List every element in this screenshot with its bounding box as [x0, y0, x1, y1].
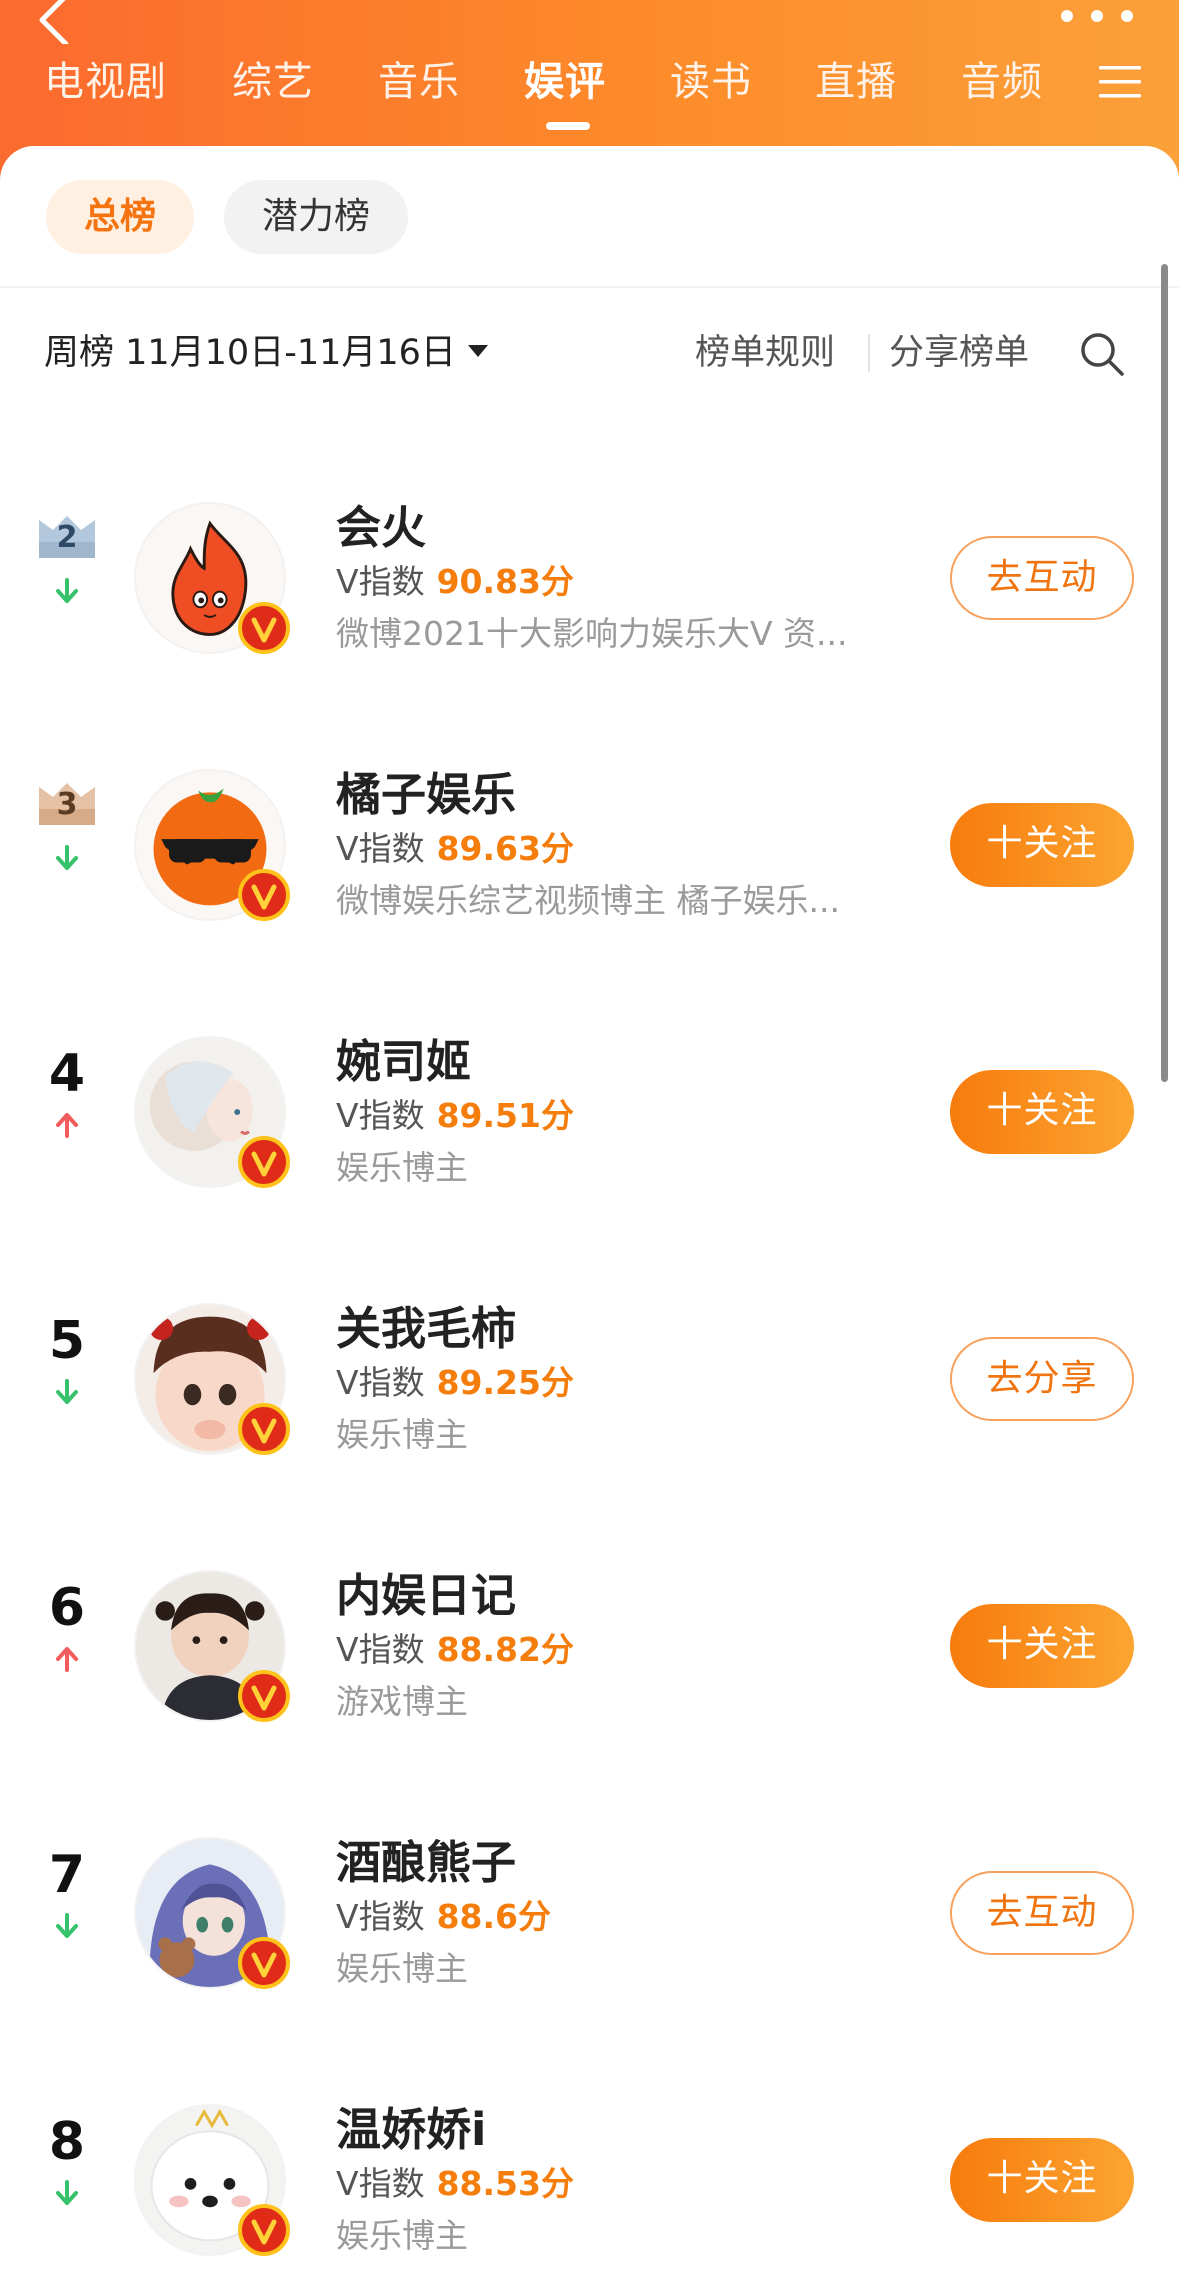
score-label: V指数 [336, 1630, 425, 1669]
rank-number: 4 [48, 1044, 86, 1104]
ranking-row[interactable]: 6 内娱日记 V指数 88.82分 游戏博主 十关注 [0, 1530, 1179, 1730]
divider [868, 334, 870, 372]
rank-number: 2 [56, 520, 78, 555]
score-value: 89.63分 [436, 829, 574, 868]
verified-v-badge-icon [238, 602, 290, 654]
category-tabs: 电视剧 综艺 音乐 娱评 读书 直播 音频 [0, 54, 1179, 134]
follow-button[interactable]: 十关注 [950, 803, 1134, 887]
score-line: V指数 89.25分 [336, 1361, 574, 1405]
trend-down-icon [56, 578, 78, 603]
active-tab-indicator [546, 122, 590, 130]
board-rules-link[interactable]: 榜单规则 [695, 328, 835, 378]
user-name[interactable]: 温娇娇i [336, 2100, 486, 2160]
interact-button[interactable]: 去互动 [950, 1871, 1134, 1955]
trend-down-icon [56, 1379, 78, 1404]
user-name[interactable]: 内娱日记 [336, 1566, 516, 1626]
rank-number: 7 [48, 1845, 86, 1905]
period-label: 周榜 11月10日-11月16日 [44, 333, 456, 373]
tab-live[interactable]: 直播 [815, 54, 897, 110]
user-name[interactable]: 酒酿熊子 [336, 1833, 516, 1893]
user-name[interactable]: 会火 [336, 498, 426, 558]
back-chevron-icon[interactable] [28, 0, 78, 44]
score-value: 89.25分 [436, 1363, 574, 1402]
tab-reading[interactable]: 读书 [670, 54, 752, 110]
follow-button[interactable]: 十关注 [950, 1604, 1134, 1688]
score-value: 88.6分 [436, 1897, 551, 1936]
score-value: 89.51分 [436, 1096, 574, 1135]
user-description: 游戏博主 [336, 1682, 468, 1721]
score-line: V指数 88.6分 [336, 1895, 551, 1939]
search-icon[interactable] [1078, 330, 1126, 378]
ranking-row[interactable]: 3 橘子娱乐 V指数 89.63分 微博娱乐综艺视频博主 橘子娱乐... 十关注 [0, 729, 1179, 929]
trend-down-icon [56, 845, 78, 870]
user-description: 娱乐博主 [336, 1415, 468, 1454]
verified-v-badge-icon [238, 1937, 290, 1989]
tab-total-board[interactable]: 总榜 [46, 180, 194, 254]
period-selector[interactable]: 周榜 11月10日-11月16日 [44, 328, 488, 378]
trend-down-icon [56, 2180, 78, 2205]
ranking-row[interactable]: 4 婉司姬 V指数 89.51分 娱乐博主 十关注 [0, 996, 1179, 1196]
trend-down-icon [56, 1913, 78, 1938]
trend-up-icon [56, 1647, 78, 1672]
score-label: V指数 [336, 829, 425, 868]
score-label: V指数 [336, 562, 425, 601]
user-name[interactable]: 关我毛柿 [336, 1299, 516, 1359]
user-description: 微博2021十大影响力娱乐大V 资... [336, 614, 848, 653]
tab-tv-series[interactable]: 电视剧 [44, 54, 167, 110]
follow-button[interactable]: 十关注 [950, 2138, 1134, 2222]
tab-music[interactable]: 音乐 [378, 54, 460, 110]
score-line: V指数 89.63分 [336, 827, 574, 871]
interact-button[interactable]: 去互动 [950, 536, 1134, 620]
score-label: V指数 [336, 1363, 425, 1402]
menu-icon[interactable] [1099, 64, 1141, 100]
score-label: V指数 [336, 1096, 425, 1135]
ranking-row[interactable]: 2 会火 V指数 90.83分 微博2021十大影响力娱乐大V 资... 去互动 [0, 462, 1179, 662]
caret-down-icon [467, 345, 488, 357]
rank-number: 8 [48, 2112, 86, 2172]
score-value: 88.53分 [436, 2164, 574, 2203]
tab-entertainment-review[interactable]: 娱评 [524, 54, 606, 110]
user-name[interactable]: 婉司姬 [336, 1032, 471, 1092]
trend-up-icon [56, 1113, 78, 1138]
score-label: V指数 [336, 2164, 425, 2203]
ranking-row[interactable]: 5 关我毛柿 V指数 89.25分 娱乐博主 去分享 [0, 1263, 1179, 1463]
score-value: 88.82分 [436, 1630, 574, 1669]
user-description: 娱乐博主 [336, 1949, 468, 1988]
follow-button[interactable]: 十关注 [950, 1070, 1134, 1154]
score-line: V指数 88.82分 [336, 1628, 574, 1672]
user-name[interactable]: 橘子娱乐 [336, 765, 516, 825]
score-line: V指数 89.51分 [336, 1094, 574, 1138]
score-label: V指数 [336, 1897, 425, 1936]
divider [0, 286, 1179, 288]
tab-audio[interactable]: 音频 [961, 54, 1043, 110]
share-button[interactable]: 去分享 [950, 1337, 1134, 1421]
verified-v-badge-icon [238, 1403, 290, 1455]
ranking-row[interactable]: 8 温娇娇i V指数 88.53分 娱乐博主 十关注 [0, 2064, 1179, 2264]
more-dots-icon[interactable] [1057, 8, 1137, 28]
score-line: V指数 90.83分 [336, 560, 574, 604]
tab-potential-board[interactable]: 潜力榜 [224, 180, 408, 254]
score-line: V指数 88.53分 [336, 2162, 574, 2206]
ranking-row[interactable]: 7 酒酿熊子 V指数 88.6分 娱乐博主 去互动 [0, 1797, 1179, 1997]
share-board-link[interactable]: 分享榜单 [889, 328, 1029, 378]
verified-v-badge-icon [238, 869, 290, 921]
verified-v-badge-icon [238, 1136, 290, 1188]
user-description: 娱乐博主 [336, 2216, 468, 2255]
verified-v-badge-icon [238, 2204, 290, 2256]
user-description: 微博娱乐综艺视频博主 橘子娱乐... [336, 881, 840, 920]
rank-number: 6 [48, 1578, 86, 1638]
rank-number: 3 [56, 787, 78, 822]
user-description: 娱乐博主 [336, 1148, 468, 1187]
rank-number: 5 [48, 1311, 86, 1371]
scrollbar[interactable] [1161, 264, 1168, 1082]
score-value: 90.83分 [436, 562, 574, 601]
verified-v-badge-icon [238, 1670, 290, 1722]
tab-variety[interactable]: 综艺 [232, 54, 314, 110]
